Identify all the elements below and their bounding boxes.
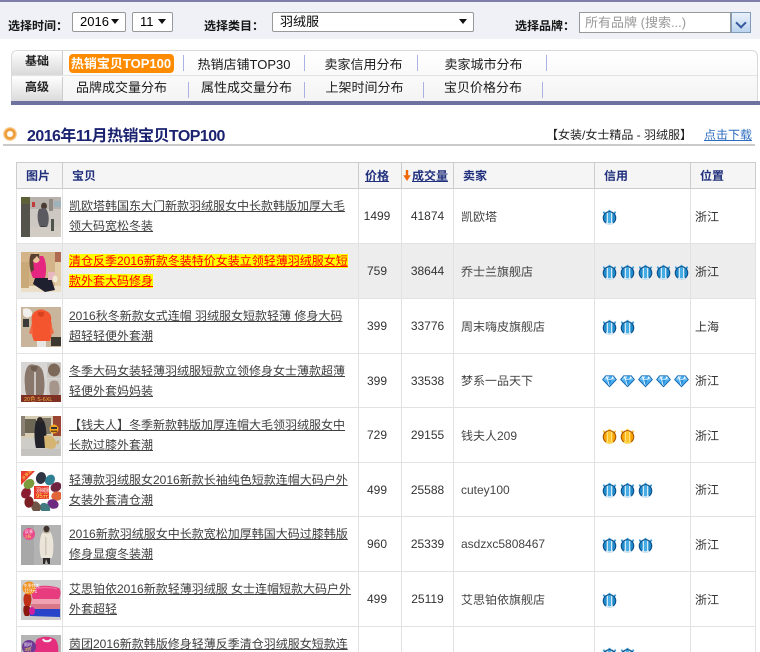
svg-text:2折: 2折: [25, 533, 31, 539]
svg-text:119元: 119元: [24, 589, 37, 595]
svg-text:冬季特卖: 冬季特卖: [23, 582, 39, 588]
svg-text:95元: 95元: [36, 493, 49, 500]
svg-text:20色 S-6XL: 20色 S-6XL: [24, 395, 52, 402]
svg-text:羽绒服: 羽绒服: [36, 487, 51, 494]
svg-text:3折: 3折: [24, 646, 32, 652]
